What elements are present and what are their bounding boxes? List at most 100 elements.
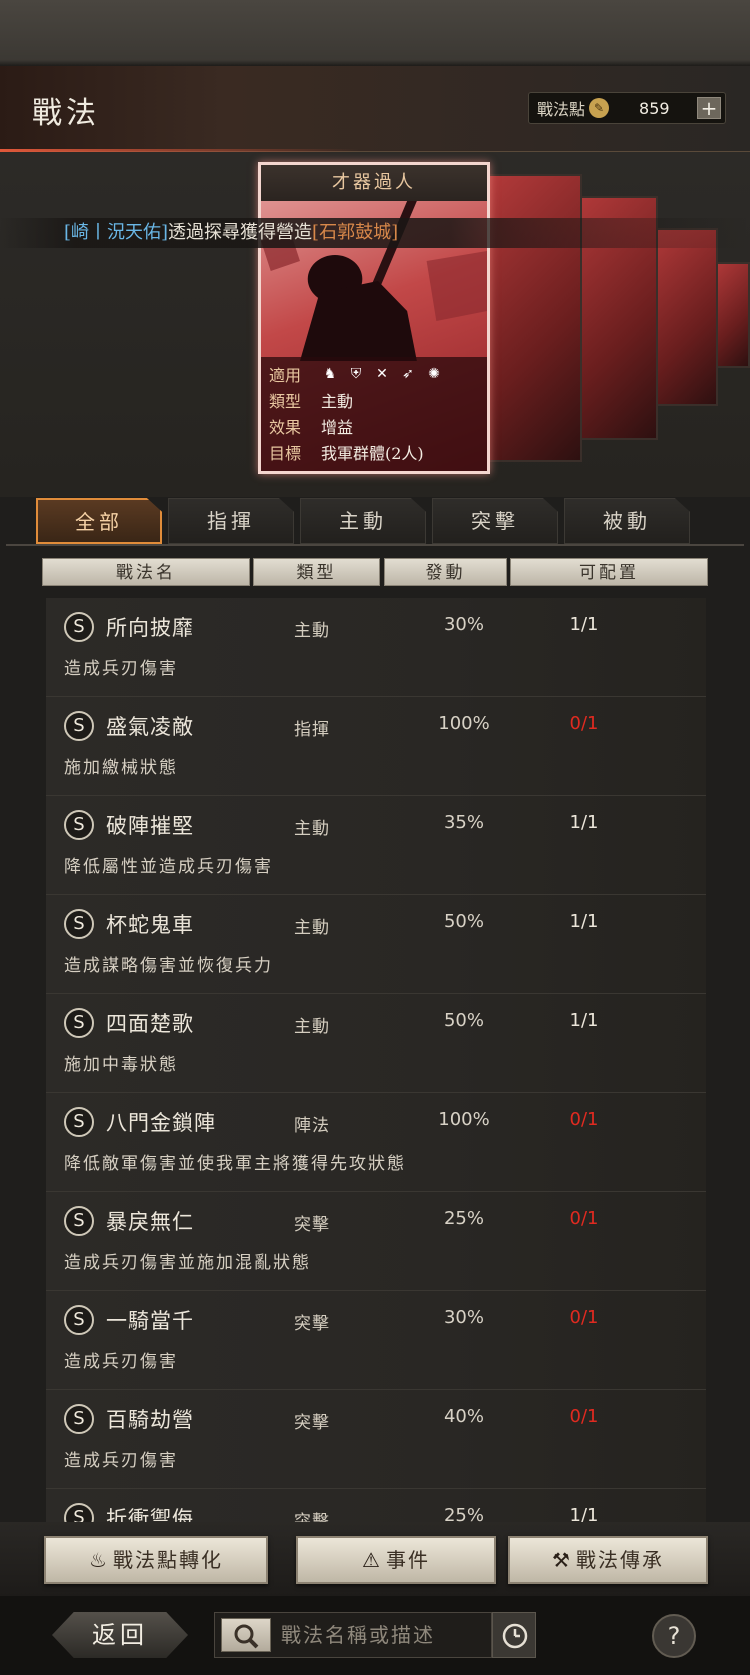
stacked-card-3[interactable] xyxy=(650,228,718,406)
events-button[interactable]: ⚠ 事件 xyxy=(296,1536,496,1584)
card-row-type: 類型 主動 xyxy=(269,387,479,413)
column-header-type[interactable]: 類型 xyxy=(253,558,380,586)
spear-icon: ➶ xyxy=(402,366,414,382)
list-item[interactable]: S 破陣摧堅 主動 35% 1/1 降低屬性並造成兵刃傷害 xyxy=(46,796,706,895)
list-item[interactable]: S 百騎劫營 突擊 40% 0/1 造成兵刃傷害 xyxy=(46,1390,706,1489)
grade-badge: S xyxy=(64,1008,94,1038)
tactic-type: 突擊 xyxy=(294,1413,330,1433)
tactic-desc: 造成兵刃傷害 xyxy=(64,1451,178,1471)
tactic-type: 突擊 xyxy=(294,1314,330,1334)
tactic-slots: 1/1 xyxy=(569,812,599,833)
tactic-slots: 0/1 xyxy=(569,1406,599,1427)
cavalry-icon: ♞ xyxy=(323,366,337,382)
back-button[interactable]: 返回 xyxy=(52,1612,188,1658)
tactic-slots: 0/1 xyxy=(569,1109,599,1130)
grade-badge: S xyxy=(64,1305,94,1335)
shield-icon: ⛨ xyxy=(350,366,362,382)
tactic-name: 暴戾無仁 xyxy=(106,1210,194,1234)
tactic-name: 四面楚歌 xyxy=(106,1012,194,1036)
tactic-desc: 降低屬性並造成兵刃傷害 xyxy=(64,857,273,877)
category-tabs: 全部 指揮 主動 突擊 被動 xyxy=(36,498,716,544)
tactic-desc: 造成兵刃傷害並施加混亂狀態 xyxy=(64,1253,311,1273)
tactic-slots: 1/1 xyxy=(569,1010,599,1031)
tactic-type: 突擊 xyxy=(294,1215,330,1235)
ticker-item: [石郭鼓城] xyxy=(312,222,399,243)
wheel-icon: ✺ xyxy=(428,366,440,382)
tactic-slots: 0/1 xyxy=(569,1307,599,1328)
tactic-name: 杯蛇鬼車 xyxy=(106,913,194,937)
history-clock-button[interactable] xyxy=(492,1612,536,1658)
tactic-points-label: 戰法點 xyxy=(537,100,586,119)
tactic-name: 一騎當千 xyxy=(106,1309,194,1333)
bow-icon: ✕ xyxy=(376,366,388,382)
events-label: 事件 xyxy=(385,1548,430,1572)
column-header-slots[interactable]: 可配置 xyxy=(510,558,708,586)
tab-command[interactable]: 指揮 xyxy=(168,498,294,544)
grade-badge: S xyxy=(64,1404,94,1434)
search-box[interactable]: 戰法名稱或描述 xyxy=(214,1612,492,1658)
grade-badge: S xyxy=(64,711,94,741)
card-row-key: 類型 xyxy=(269,392,302,411)
column-header-name[interactable]: 戰法名 xyxy=(42,558,250,586)
list-item[interactable]: S 所向披靡 主動 30% 1/1 造成兵刃傷害 xyxy=(46,598,706,697)
convert-points-label: 戰法點轉化 xyxy=(112,1548,223,1572)
search-placeholder: 戰法名稱或描述 xyxy=(281,1623,435,1647)
card-row-target: 目標 我軍群體(2人) xyxy=(269,439,479,465)
inherit-button[interactable]: ⚒ 戰法傳承 xyxy=(508,1536,708,1584)
list-item[interactable]: S 一騎當千 突擊 30% 0/1 造成兵刃傷害 xyxy=(46,1291,706,1390)
grade-badge: S xyxy=(64,612,94,642)
troop-icons: ♞ ⛨ ✕ ➶ ✺ xyxy=(321,365,443,383)
ticker-message: 透過探尋獲得營造 xyxy=(168,222,313,243)
tab-divider xyxy=(6,544,744,546)
tactic-name: 破陣摧堅 xyxy=(106,814,194,838)
tactic-type: 主動 xyxy=(294,819,330,839)
tactic-slots: 1/1 xyxy=(569,614,599,635)
tactic-rate: 100% xyxy=(438,1109,490,1130)
help-button[interactable]: ? xyxy=(652,1614,696,1658)
list-item[interactable]: S 杯蛇鬼車 主動 50% 1/1 造成謀略傷害並恢復兵力 xyxy=(46,895,706,994)
tactic-name: 所向披靡 xyxy=(106,616,194,640)
card-info-panel: 適用 ♞ ⛨ ✕ ➶ ✺ 類型 主動 效果 增益 目標 我軍群體(2人) xyxy=(261,357,487,471)
flame-icon: ♨ xyxy=(89,1548,109,1572)
list-item[interactable]: S 暴戾無仁 突擊 25% 0/1 造成兵刃傷害並施加混亂狀態 xyxy=(46,1192,706,1291)
tactic-type: 主動 xyxy=(294,621,330,641)
tactic-slots: 0/1 xyxy=(569,713,599,734)
tactic-points-display: 戰法點 ✎ 859 + xyxy=(528,92,726,124)
clock-icon xyxy=(502,1623,528,1649)
tab-all[interactable]: 全部 xyxy=(36,498,162,544)
tactic-type: 陣法 xyxy=(294,1116,330,1136)
top-scenery-band xyxy=(0,0,750,66)
add-points-button[interactable]: + xyxy=(697,97,721,119)
tactic-rate: 40% xyxy=(443,1406,484,1427)
card-row-value: 我軍群體(2人) xyxy=(321,444,424,463)
tactic-desc: 施加繳械狀態 xyxy=(64,758,178,778)
tactic-rate: 50% xyxy=(443,1010,484,1031)
search-icon[interactable] xyxy=(221,1618,271,1652)
broadcast-ticker: [崎丨況天佑]透過探尋獲得營造[石郭鼓城] xyxy=(0,218,750,248)
tab-passive[interactable]: 被動 xyxy=(564,498,690,544)
tactic-desc: 造成謀略傷害並恢復兵力 xyxy=(64,956,273,976)
convert-points-button[interactable]: ♨ 戰法點轉化 xyxy=(44,1536,268,1584)
tactic-desc: 施加中毒狀態 xyxy=(64,1055,178,1075)
tactic-rate: 100% xyxy=(438,713,490,734)
card-row-value: 主動 xyxy=(321,392,354,411)
tactic-rate: 30% xyxy=(443,1307,484,1328)
list-item[interactable]: S 盛氣凌敵 指揮 100% 0/1 施加繳械狀態 xyxy=(46,697,706,796)
tactic-type: 主動 xyxy=(294,1017,330,1037)
ticker-player: [崎丨況天佑] xyxy=(64,222,169,243)
column-header-trigger[interactable]: 發動 xyxy=(384,558,507,586)
tactic-rate: 35% xyxy=(443,812,484,833)
tactic-slots: 0/1 xyxy=(569,1208,599,1229)
grade-badge: S xyxy=(64,1206,94,1236)
tactic-type: 主動 xyxy=(294,918,330,938)
selected-tactic-card[interactable]: 才器過人 適用 ♞ ⛨ ✕ ➶ ✺ 類型 主動 效果 增益 目標 我軍群體(2人… xyxy=(258,162,490,474)
list-item[interactable]: S 四面楚歌 主動 50% 1/1 施加中毒狀態 xyxy=(46,994,706,1093)
tab-active[interactable]: 主動 xyxy=(300,498,426,544)
card-row-key: 適用 xyxy=(269,366,302,385)
inherit-label: 戰法傳承 xyxy=(575,1548,664,1572)
card-row-key: 目標 xyxy=(269,444,302,463)
tactic-name: 百騎劫營 xyxy=(106,1408,194,1432)
list-item[interactable]: S 八門金鎖陣 陣法 100% 0/1 降低敵軍傷害並使我軍主將獲得先攻狀態 xyxy=(46,1093,706,1192)
card-row-value: 增益 xyxy=(321,418,354,437)
tab-assault[interactable]: 突擊 xyxy=(432,498,558,544)
